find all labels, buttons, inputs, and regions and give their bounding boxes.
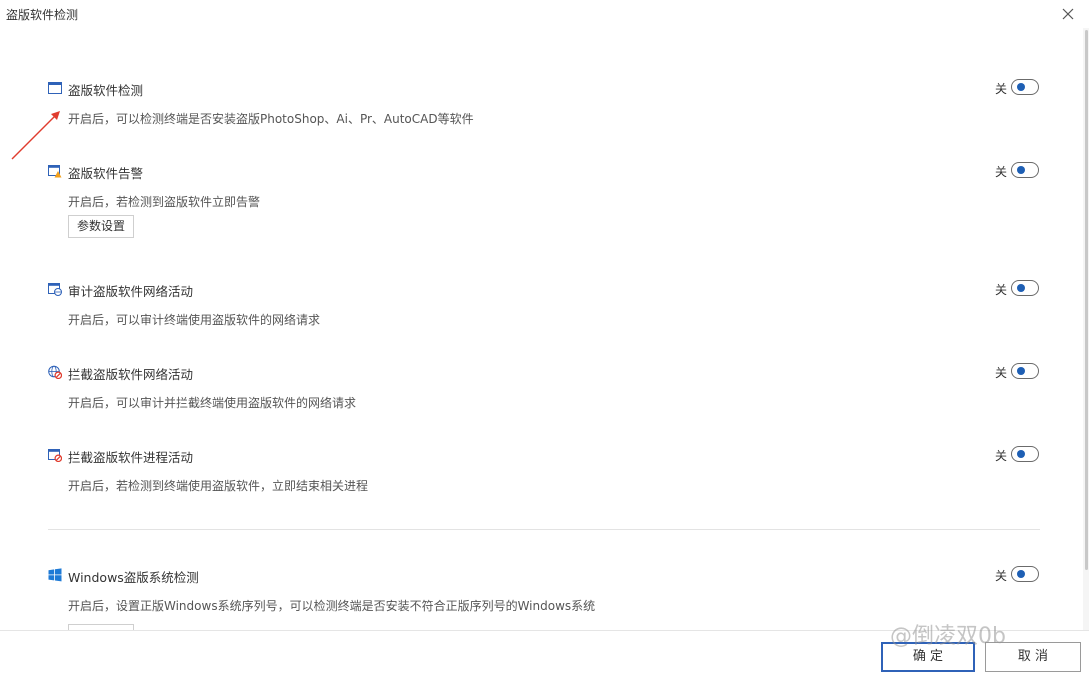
window-network-icon (48, 283, 62, 296)
windows-logo-icon (48, 568, 62, 582)
window-alert-icon (48, 165, 62, 178)
audit-network-toggle[interactable] (1011, 280, 1039, 296)
block-network-toggle[interactable] (1011, 363, 1039, 379)
toggle-knob (1017, 570, 1025, 578)
toggle-state-label: 关 (995, 569, 1008, 583)
annotation-arrow (11, 111, 60, 160)
close-icon (1062, 8, 1074, 20)
setting-title: 盗版软件告警 (68, 166, 144, 181)
setting-title: 拦截盗版软件进程活动 (68, 450, 194, 465)
parameter-settings-button[interactable]: 参数设置 (68, 215, 134, 238)
watermark: @倒凌双0b (890, 624, 1006, 649)
setting-title: Windows盗版系统检测 (68, 570, 199, 585)
toggle-state-label: 关 (995, 165, 1008, 179)
toggle-knob (1017, 450, 1025, 458)
window-block-icon (48, 449, 62, 462)
setting-description: 开启后，若检测到终端使用盗版软件，立即结束相关进程 (68, 479, 369, 493)
toggle-knob (1017, 367, 1025, 375)
setting-title: 盗版软件检测 (68, 83, 144, 98)
close-button[interactable] (1058, 4, 1078, 24)
setting-description: 开启后，可以检测终端是否安装盗版PhotoShop、Ai、Pr、AutoCAD等… (68, 112, 474, 126)
piracy-detection-toggle[interactable] (1011, 79, 1039, 95)
windows-piracy-toggle[interactable] (1011, 566, 1039, 582)
toggle-knob (1017, 284, 1025, 292)
toggle-knob (1017, 166, 1025, 174)
toggle-knob (1017, 83, 1025, 91)
window-icon (48, 82, 62, 94)
setting-title: 审计盗版软件网络活动 (68, 284, 194, 299)
setting-description: 开启后，设置正版Windows系统序列号，可以检测终端是否安装不符合正版序列号的… (68, 599, 596, 613)
window-title: 盗版软件检测 (6, 8, 79, 22)
globe-block-icon (48, 365, 62, 379)
settings-panel: 盗版软件检测 开启后，可以检测终端是否安装盗版PhotoShop、Ai、Pr、A… (0, 28, 1089, 630)
setting-title: 拦截盗版软件网络活动 (68, 367, 194, 382)
setting-description: 开启后，可以审计并拦截终端使用盗版软件的网络请求 (68, 396, 357, 410)
scrollbar-thumb[interactable] (1085, 30, 1088, 570)
toggle-state-label: 关 (995, 82, 1008, 96)
setting-description: 开启后，可以审计终端使用盗版软件的网络请求 (68, 313, 321, 327)
title-bar: 盗版软件检测 (0, 0, 1089, 28)
piracy-alert-toggle[interactable] (1011, 162, 1039, 178)
section-divider (48, 529, 1040, 530)
toggle-state-label: 关 (995, 283, 1008, 297)
setting-description: 开启后，若检测到盗版软件立即告警 (68, 195, 261, 209)
block-process-toggle[interactable] (1011, 446, 1039, 462)
toggle-state-label: 关 (995, 366, 1008, 380)
toggle-state-label: 关 (995, 449, 1008, 463)
